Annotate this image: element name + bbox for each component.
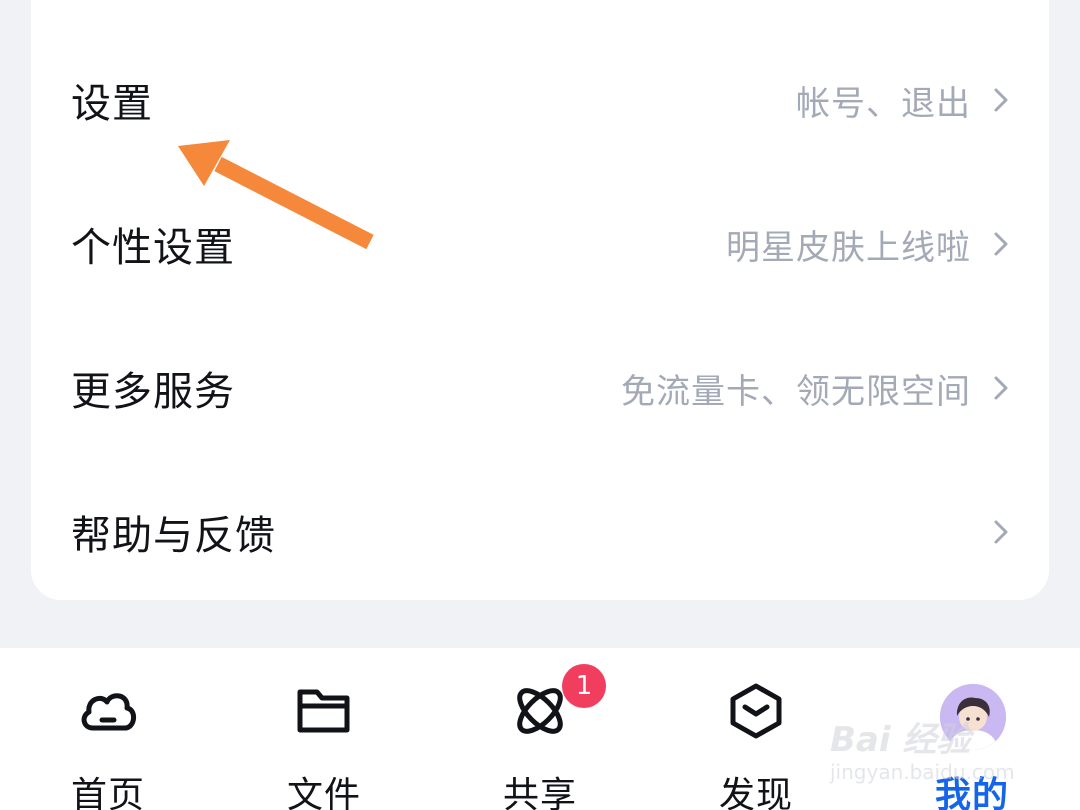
menu-item-subtitle: 免流量卡、领无限空间 [621, 371, 971, 412]
menu-item-title: 帮助与反馈 [71, 513, 276, 559]
menu-item-personalize[interactable]: 个性设置 明星皮肤上线啦 [31, 172, 1049, 316]
tab-label: 我的 [934, 775, 1009, 810]
bottom-tab-bar: 首页 文件 共享 发现 我的 [0, 648, 1080, 810]
tab-label: 文件 [286, 775, 361, 810]
screen: 设置 帐号、退出 个性设置 明星皮肤上线啦 更多服务 免流量卡、领无限空间 帮助… [0, 0, 1080, 810]
menu-item-title: 个性设置 [71, 225, 235, 271]
tab-label: 发现 [718, 775, 793, 810]
avatar [940, 684, 1006, 750]
menu-item-title: 更多服务 [71, 369, 235, 415]
folder-icon [291, 678, 357, 744]
chevron-right-icon [989, 373, 1013, 403]
tab-label: 共享 [502, 775, 577, 810]
chevron-right-icon [989, 229, 1013, 259]
chevron-right-icon [989, 517, 1013, 547]
menu-item-subtitle: 明星皮肤上线啦 [726, 227, 971, 268]
menu-item-more-services[interactable]: 更多服务 免流量卡、领无限空间 [31, 316, 1049, 460]
menu-item-help-feedback[interactable]: 帮助与反馈 [31, 460, 1049, 604]
cloud-icon [75, 678, 141, 744]
share-badge: 1 [562, 664, 606, 708]
tab-files[interactable]: 文件 [249, 648, 399, 810]
menu-item-title: 设置 [71, 81, 153, 127]
tab-home[interactable]: 首页 [33, 648, 183, 810]
menu-item-subtitle: 帐号、退出 [796, 83, 971, 124]
tab-label: 首页 [70, 775, 145, 810]
menu-item-settings[interactable]: 设置 帐号、退出 [31, 28, 1049, 172]
cube-icon [723, 678, 789, 744]
tab-discover[interactable]: 发现 [681, 648, 831, 810]
chevron-right-icon [989, 85, 1013, 115]
menu-card: 设置 帐号、退出 个性设置 明星皮肤上线啦 更多服务 免流量卡、领无限空间 帮助… [31, 0, 1049, 600]
